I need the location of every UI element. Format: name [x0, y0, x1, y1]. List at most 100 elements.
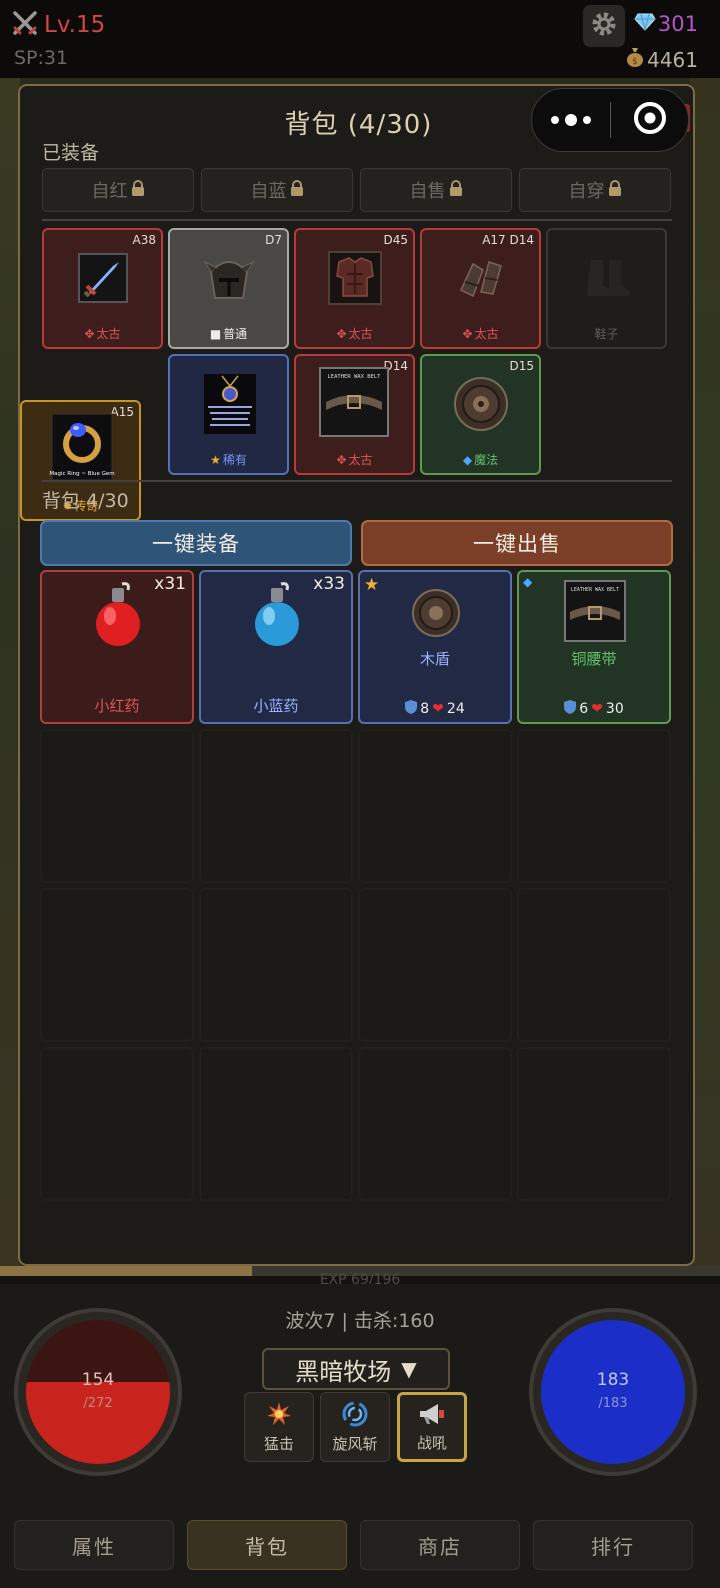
backpack-grid: x31 小红药 x33 小蓝药 ★ 木盾 8 ❤ 24 ◆ LEATHER WA…	[40, 570, 671, 1201]
diamond-mark-icon: ◆	[462, 452, 473, 467]
heart-icon: ❤	[432, 701, 444, 717]
belt-icon: LEATHER WAX BELT	[318, 366, 390, 438]
leather-belt-icon: LEATHER WAX BELT	[564, 580, 626, 646]
cross-mark-icon: ✥	[84, 326, 95, 341]
skill-whirlwind[interactable]: 旋风斩	[320, 1392, 390, 1462]
whirlwind-icon	[342, 1401, 368, 1431]
helmet-icon	[201, 250, 257, 306]
equipped-slot-gloves[interactable]: A17 D14 ✥ 太古	[420, 228, 541, 349]
hp-orb-fill	[26, 1381, 170, 1464]
equipped-label: 已装备	[42, 142, 100, 164]
nav-shop[interactable]: 商店	[360, 1520, 520, 1570]
svg-text:$: $	[632, 57, 638, 67]
bag-slot-empty[interactable]	[517, 729, 671, 883]
bag-slot-empty[interactable]	[199, 729, 353, 883]
diamond-mark-icon: ◆	[523, 575, 533, 589]
svg-text:Magic Ring ~ Blue Gem: Magic Ring ~ Blue Gem	[49, 471, 114, 477]
defense-shield-icon	[405, 700, 418, 718]
equipped-slot-shield[interactable]: D15 ◆ 魔法	[420, 354, 541, 475]
crossed-swords-icon	[12, 10, 38, 40]
equipped-slot-weapon[interactable]: A38 ✥ 太古	[42, 228, 163, 349]
equipped-slot-amulet[interactable]: ★ 稀有	[168, 354, 289, 475]
bag-slot-empty[interactable]	[358, 1047, 512, 1201]
bag-slot-empty[interactable]	[358, 729, 512, 883]
bag-item-wood-shield[interactable]: ★ 木盾 8 ❤ 24	[358, 570, 512, 724]
more-menu-button[interactable]	[532, 114, 610, 126]
round-shield-icon	[411, 588, 461, 642]
item-stats: 8 ❤ 24	[360, 700, 510, 718]
nav-backpack[interactable]: 背包	[187, 1520, 347, 1570]
mp-max: /183	[598, 1396, 628, 1411]
skill-points: SP:31	[14, 47, 69, 69]
map-selector[interactable]: 黑暗牧场 ▼	[262, 1348, 450, 1390]
star-mark-icon: ★	[210, 452, 221, 467]
bag-slot-empty[interactable]	[199, 888, 353, 1042]
auto-wear-toggle[interactable]: 自穿	[519, 168, 671, 212]
svg-text:LEATHER WAX BELT: LEATHER WAX BELT	[571, 587, 619, 593]
skill-war-cry[interactable]: 战吼	[397, 1392, 467, 1462]
svg-text:LEATHER WAX BELT: LEATHER WAX BELT	[328, 374, 382, 380]
bag-slot-empty[interactable]	[40, 1047, 194, 1201]
sword-icon	[75, 250, 131, 306]
cross-mark-icon: ✥	[336, 452, 347, 467]
bag-slot-empty[interactable]	[517, 888, 671, 1042]
skill-smash[interactable]: 猛击	[244, 1392, 314, 1462]
auto-toggle-row: 自红 自蓝 自售 自穿	[42, 168, 671, 212]
bag-item-copper-belt[interactable]: ◆ LEATHER WAX BELT 铜腰带 6 ❤ 30	[517, 570, 671, 724]
nav-ranking[interactable]: 排行	[533, 1520, 693, 1570]
lock-icon	[131, 179, 145, 201]
red-potion-icon	[86, 580, 150, 656]
burst-icon	[266, 1401, 292, 1431]
exit-miniprogram-button[interactable]	[611, 101, 688, 139]
hp-orb: 154 /272	[14, 1308, 182, 1476]
gem-count: 301	[657, 12, 698, 36]
auto-red-toggle[interactable]: 自红	[42, 168, 194, 212]
map-name: 黑暗牧场	[295, 1357, 392, 1386]
bag-item-red-potion[interactable]: x31 小红药	[40, 570, 194, 724]
square-mark-icon: ■	[209, 326, 222, 341]
level-display: Lv.15	[12, 10, 105, 40]
bag-slot-empty[interactable]	[199, 1047, 353, 1201]
auto-blue-toggle[interactable]: 自蓝	[201, 168, 353, 212]
money-bag-icon: $	[625, 46, 645, 73]
nav-attributes[interactable]: 属性	[14, 1520, 174, 1570]
grass-left	[0, 78, 20, 1274]
gem-counter: 301	[634, 12, 698, 36]
backpack-label: 背包 4/30	[42, 490, 129, 512]
gold-counter: $ 4461	[625, 46, 698, 73]
bag-slot-empty[interactable]	[358, 888, 512, 1042]
bag-slot-empty[interactable]	[40, 888, 194, 1042]
miniprogram-capsule	[531, 88, 689, 152]
equipped-slot-armor[interactable]: D45 ✥ 太古	[294, 228, 415, 349]
hp-max: /272	[83, 1396, 113, 1411]
gloves-icon	[453, 250, 509, 306]
lock-icon	[608, 179, 622, 201]
diamond-icon	[634, 12, 656, 36]
equipped-slot-belt[interactable]: D14 LEATHER WAX BELT ✥ 太古	[294, 354, 415, 475]
ring-icon: Magic Ring ~ Blue Gem	[48, 412, 116, 482]
top-bar: Lv.15 SP:31 301 $ 4461	[0, 0, 720, 78]
armor-icon	[327, 250, 383, 306]
cross-mark-icon: ✥	[336, 326, 347, 341]
heart-icon: ❤	[591, 701, 603, 717]
mp-orb: 183 /183	[529, 1308, 697, 1476]
equipped-slot-boots[interactable]: 鞋子	[546, 228, 667, 349]
equip-all-button[interactable]: 一键装备	[40, 520, 352, 566]
bag-slot-empty[interactable]	[517, 1047, 671, 1201]
shield-icon	[453, 376, 509, 432]
bag-item-blue-potion[interactable]: x33 小蓝药	[199, 570, 353, 724]
bag-slot-empty[interactable]	[40, 729, 194, 883]
auto-sell-toggle[interactable]: 自售	[360, 168, 512, 212]
bag-panel: 背包 (4/30) 已装备 自红 自蓝 自售 自穿 A38 ✥ 太古 D7 ■ …	[18, 84, 695, 1266]
megaphone-icon	[418, 1402, 446, 1430]
sell-all-button[interactable]: 一键出售	[361, 520, 673, 566]
level-text: Lv.15	[44, 12, 106, 38]
equipped-slot-helmet[interactable]: D7 ■ 普通	[168, 228, 289, 349]
item-stats: 6 ❤ 30	[519, 700, 669, 718]
gear-icon	[589, 9, 619, 43]
lock-icon	[449, 179, 463, 201]
boots-icon	[579, 250, 635, 306]
target-icon	[633, 101, 667, 139]
settings-button[interactable]	[583, 5, 625, 47]
equipped-grid: A38 ✥ 太古 D7 ■ 普通 D45 ✥ 太古 A17 D14 ✥ 太古 鞋…	[20, 228, 667, 521]
